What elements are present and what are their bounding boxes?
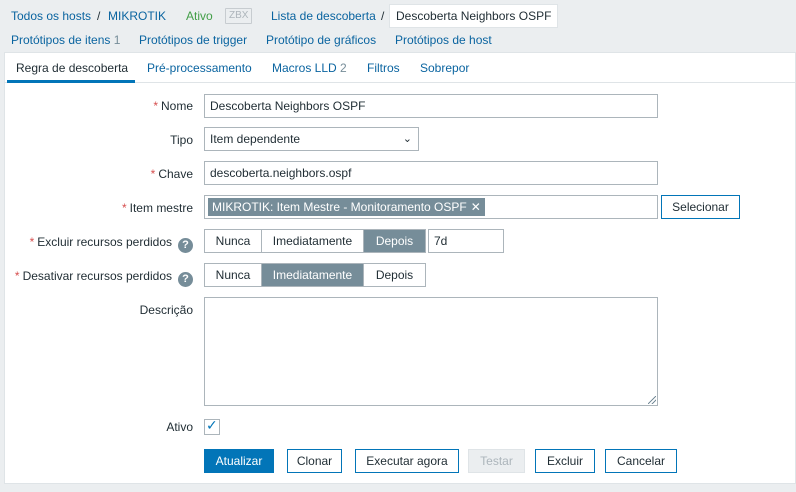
resize-handle-icon[interactable]	[648, 396, 656, 404]
tab-overrides[interactable]: Sobrepor	[420, 60, 469, 76]
disable-lost-option-after[interactable]: Depois	[364, 264, 425, 286]
name-label: * Nome	[153, 98, 193, 114]
name-input[interactable]: Descoberta Neighbors OSPF	[204, 94, 658, 118]
cancel-button[interactable]: Cancelar	[605, 449, 677, 473]
key-label-text: Chave	[158, 167, 193, 181]
description-textarea[interactable]	[204, 297, 658, 406]
type-label: Tipo	[170, 133, 193, 147]
delete-lost-option-after[interactable]: Depois	[364, 230, 425, 252]
enabled-checkbox[interactable]: ✓	[204, 417, 220, 435]
close-icon[interactable]: ✕	[471, 200, 481, 214]
help-icon[interactable]: ?	[178, 272, 193, 287]
delete-lost-period-input[interactable]: 7d	[428, 229, 504, 253]
clone-button[interactable]: Clonar	[287, 449, 342, 473]
required-mark: *	[150, 167, 156, 181]
active-tab-indicator	[7, 80, 135, 83]
required-mark: *	[153, 99, 158, 113]
breadcrumb-host-link[interactable]: MIKROTIK	[108, 8, 166, 24]
delete-button[interactable]: Excluir	[535, 449, 595, 473]
tab-bar: Regra de descoberta Pré-processamento Ma…	[5, 53, 795, 83]
required-mark: *	[121, 201, 127, 215]
breadcrumb-separator: /	[97, 9, 101, 23]
disable-lost-segmented-control: Nunca Imediatamente Depois	[204, 263, 426, 287]
form-panel: Regra de descoberta Pré-processamento Ma…	[4, 52, 796, 484]
tab-lld-macros-label[interactable]: Macros LLD	[272, 61, 337, 75]
disable-lost-label-text: Desativar recursos perdidos	[22, 269, 172, 283]
delete-lost-segmented-control: Nunca Imediatamente Depois	[204, 229, 426, 253]
key-label: * Chave	[151, 166, 193, 182]
tab-preprocessing[interactable]: Pré-processamento	[147, 60, 252, 76]
breadcrumb-separator: /	[381, 9, 385, 23]
disable-lost-option-never[interactable]: Nunca	[205, 264, 262, 286]
chevron-down-icon: ⌄	[402, 133, 412, 145]
trigger-prototypes-link[interactable]: Protótipos de trigger	[139, 32, 247, 48]
enabled-label: Ativo	[166, 420, 193, 434]
required-mark: *	[29, 235, 35, 249]
prototype-links: Protótipos de itens 1 Protótipos de trig…	[0, 30, 796, 52]
test-button[interactable]: Testar	[468, 449, 525, 473]
item-prototypes-count: 1	[113, 33, 121, 47]
name-label-text: Nome	[160, 99, 193, 113]
type-select-value: Item dependente	[210, 132, 301, 146]
tab-lld-macros[interactable]: Macros LLD 2	[272, 60, 347, 76]
tab-lld-macros-count: 2	[340, 61, 347, 75]
tab-filters[interactable]: Filtros	[367, 60, 400, 76]
update-button[interactable]: Atualizar	[204, 449, 274, 473]
master-item-label-text: Item mestre	[129, 201, 193, 215]
item-prototypes-link[interactable]: Protótipos de itens 1	[11, 32, 120, 48]
master-item-chip: MIKROTIK: Item Mestre - Monitoramento OS…	[208, 198, 485, 216]
delete-lost-label: * Excluir recursos perdidos?	[30, 234, 193, 253]
graph-prototypes-link[interactable]: Protótipo de gráficos	[266, 32, 376, 48]
breadcrumb: Todos os hosts / MIKROTIK Ativo ZBX List…	[0, 0, 796, 30]
checkmark-icon: ✓	[206, 417, 218, 433]
disable-lost-option-immediately[interactable]: Imediatamente	[262, 264, 364, 286]
execute-now-button[interactable]: Executar agora	[355, 449, 459, 473]
master-item-label: * Item mestre	[122, 200, 193, 216]
breadcrumb-current-item: Descoberta Neighbors OSPF	[389, 4, 559, 28]
select-master-item-button[interactable]: Selecionar	[661, 195, 740, 219]
zbx-availability-badge: ZBX	[225, 8, 253, 24]
help-icon[interactable]: ?	[178, 238, 193, 253]
disable-lost-label: * Desativar recursos perdidos?	[15, 268, 193, 287]
host-status-badge: Ativo	[186, 9, 213, 23]
master-item-multiselect[interactable]: MIKROTIK: Item Mestre - Monitoramento OS…	[204, 195, 658, 219]
tab-discovery-rule[interactable]: Regra de descoberta	[16, 60, 128, 76]
key-input[interactable]: descoberta.neighbors.ospf	[204, 161, 658, 185]
host-prototypes-link[interactable]: Protótipos de host	[395, 32, 492, 48]
delete-lost-option-never[interactable]: Nunca	[205, 230, 262, 252]
breadcrumb-all-hosts-link[interactable]: Todos os hosts	[11, 8, 91, 24]
master-item-chip-label: MIKROTIK: Item Mestre - Monitoramento OS…	[212, 200, 467, 214]
delete-lost-option-immediately[interactable]: Imediatamente	[262, 230, 364, 252]
type-select[interactable]: Item dependente ⌄	[204, 127, 419, 151]
item-prototypes-label[interactable]: Protótipos de itens	[11, 33, 110, 47]
required-mark: *	[14, 269, 20, 283]
breadcrumb-discovery-list-link[interactable]: Lista de descoberta	[271, 8, 376, 24]
delete-lost-label-text: Excluir recursos perdidos	[37, 235, 172, 249]
description-label: Descrição	[139, 303, 193, 317]
